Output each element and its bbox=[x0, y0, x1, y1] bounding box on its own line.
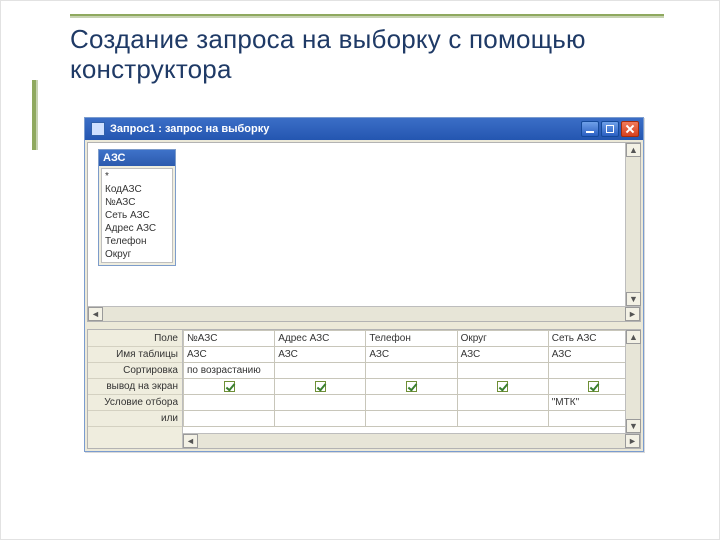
lower-vscrollbar[interactable]: ▲ ▼ bbox=[625, 330, 640, 433]
row-header: Условие отбора bbox=[88, 395, 182, 411]
grid-cell[interactable] bbox=[366, 379, 457, 395]
checkbox-icon[interactable] bbox=[315, 381, 326, 392]
scroll-up-icon[interactable]: ▲ bbox=[626, 330, 641, 344]
query-designer-window: Запрос1 : запрос на выборку АЗС * КодАЗС… bbox=[84, 117, 644, 452]
grid-cell[interactable] bbox=[184, 395, 275, 411]
field-item[interactable]: №АЗС bbox=[104, 196, 170, 209]
scroll-down-icon[interactable]: ▼ bbox=[626, 292, 641, 306]
scroll-up-icon[interactable]: ▲ bbox=[626, 143, 641, 157]
grid-cell[interactable]: АЗС bbox=[457, 347, 548, 363]
design-grid[interactable]: №АЗС Адрес АЗС Телефон Округ Сеть АЗС АЗ… bbox=[183, 330, 640, 448]
scroll-left-icon[interactable]: ◄ bbox=[183, 434, 198, 448]
grid-cell[interactable] bbox=[184, 411, 275, 427]
grid-cell[interactable]: АЗС bbox=[275, 347, 366, 363]
slide-accent-top bbox=[70, 14, 664, 18]
grid-cell[interactable] bbox=[366, 395, 457, 411]
table-box[interactable]: АЗС * КодАЗС №АЗС Сеть АЗС Адрес АЗС Тел… bbox=[98, 149, 176, 266]
grid-cell[interactable]: Телефон bbox=[366, 331, 457, 347]
window-icon bbox=[91, 122, 105, 136]
field-item[interactable]: КодАЗС bbox=[104, 183, 170, 196]
upper-hscrollbar[interactable]: ◄ ► bbox=[88, 306, 640, 321]
row-header: или bbox=[88, 411, 182, 427]
grid-cell[interactable]: АЗС bbox=[184, 347, 275, 363]
row-header: Сортировка bbox=[88, 363, 182, 379]
grid-cell[interactable] bbox=[275, 395, 366, 411]
grid-cell[interactable]: Адрес АЗС bbox=[275, 331, 366, 347]
row-header: Имя таблицы bbox=[88, 347, 182, 363]
scroll-left-icon[interactable]: ◄ bbox=[88, 307, 103, 321]
grid-cell[interactable] bbox=[275, 363, 366, 379]
lower-hscrollbar[interactable]: ◄ ► bbox=[183, 433, 640, 448]
table-diagram-pane[interactable]: АЗС * КодАЗС №АЗС Сеть АЗС Адрес АЗС Тел… bbox=[87, 142, 641, 322]
grid-cell[interactable] bbox=[275, 379, 366, 395]
grid-cell[interactable] bbox=[457, 411, 548, 427]
grid-row-headers: Поле Имя таблицы Сортировка вывод на экр… bbox=[88, 330, 183, 448]
field-item[interactable]: * bbox=[104, 170, 170, 183]
field-list[interactable]: * КодАЗС №АЗС Сеть АЗС Адрес АЗС Телефон… bbox=[101, 168, 173, 263]
upper-vscrollbar[interactable]: ▲ ▼ bbox=[625, 143, 640, 306]
slide-title: Создание запроса на выборку с помощью ко… bbox=[70, 24, 664, 84]
row-field: №АЗС Адрес АЗС Телефон Округ Сеть АЗС bbox=[184, 331, 640, 347]
grid-cell[interactable]: АЗС bbox=[366, 347, 457, 363]
grid-cell[interactable]: по возрастанию bbox=[184, 363, 275, 379]
checkbox-icon[interactable] bbox=[406, 381, 417, 392]
grid-cell[interactable]: Округ bbox=[457, 331, 548, 347]
row-show bbox=[184, 379, 640, 395]
grid-cell[interactable] bbox=[275, 411, 366, 427]
row-criteria: "МТК" bbox=[184, 395, 640, 411]
checkbox-icon[interactable] bbox=[497, 381, 508, 392]
slide-accent-left bbox=[32, 80, 38, 150]
field-item[interactable]: Адрес АЗС bbox=[104, 222, 170, 235]
grid-cell[interactable] bbox=[457, 379, 548, 395]
field-item[interactable]: Телефон bbox=[104, 235, 170, 248]
row-header: Поле bbox=[88, 331, 182, 347]
close-button[interactable] bbox=[621, 121, 639, 137]
checkbox-icon[interactable] bbox=[224, 381, 235, 392]
grid-cell[interactable] bbox=[457, 395, 548, 411]
grid-cell[interactable]: №АЗС bbox=[184, 331, 275, 347]
scroll-right-icon[interactable]: ► bbox=[625, 434, 640, 448]
design-grid-pane: Поле Имя таблицы Сортировка вывод на экр… bbox=[87, 329, 641, 449]
field-item[interactable]: Сеть АЗС bbox=[104, 209, 170, 222]
checkbox-icon[interactable] bbox=[588, 381, 599, 392]
minimize-button[interactable] bbox=[581, 121, 599, 137]
row-or bbox=[184, 411, 640, 427]
row-sort: по возрастанию bbox=[184, 363, 640, 379]
row-table: АЗС АЗС АЗС АЗС АЗС bbox=[184, 347, 640, 363]
table-name[interactable]: АЗС bbox=[99, 150, 175, 166]
row-header: вывод на экран bbox=[88, 379, 182, 395]
grid-cell[interactable] bbox=[366, 411, 457, 427]
field-item[interactable]: Округ bbox=[104, 248, 170, 261]
grid-cell[interactable] bbox=[457, 363, 548, 379]
grid-cell[interactable] bbox=[366, 363, 457, 379]
titlebar[interactable]: Запрос1 : запрос на выборку bbox=[85, 118, 643, 140]
window-title: Запрос1 : запрос на выборку bbox=[110, 123, 579, 135]
scroll-down-icon[interactable]: ▼ bbox=[626, 419, 641, 433]
grid-cell[interactable] bbox=[184, 379, 275, 395]
scroll-right-icon[interactable]: ► bbox=[625, 307, 640, 321]
maximize-button[interactable] bbox=[601, 121, 619, 137]
